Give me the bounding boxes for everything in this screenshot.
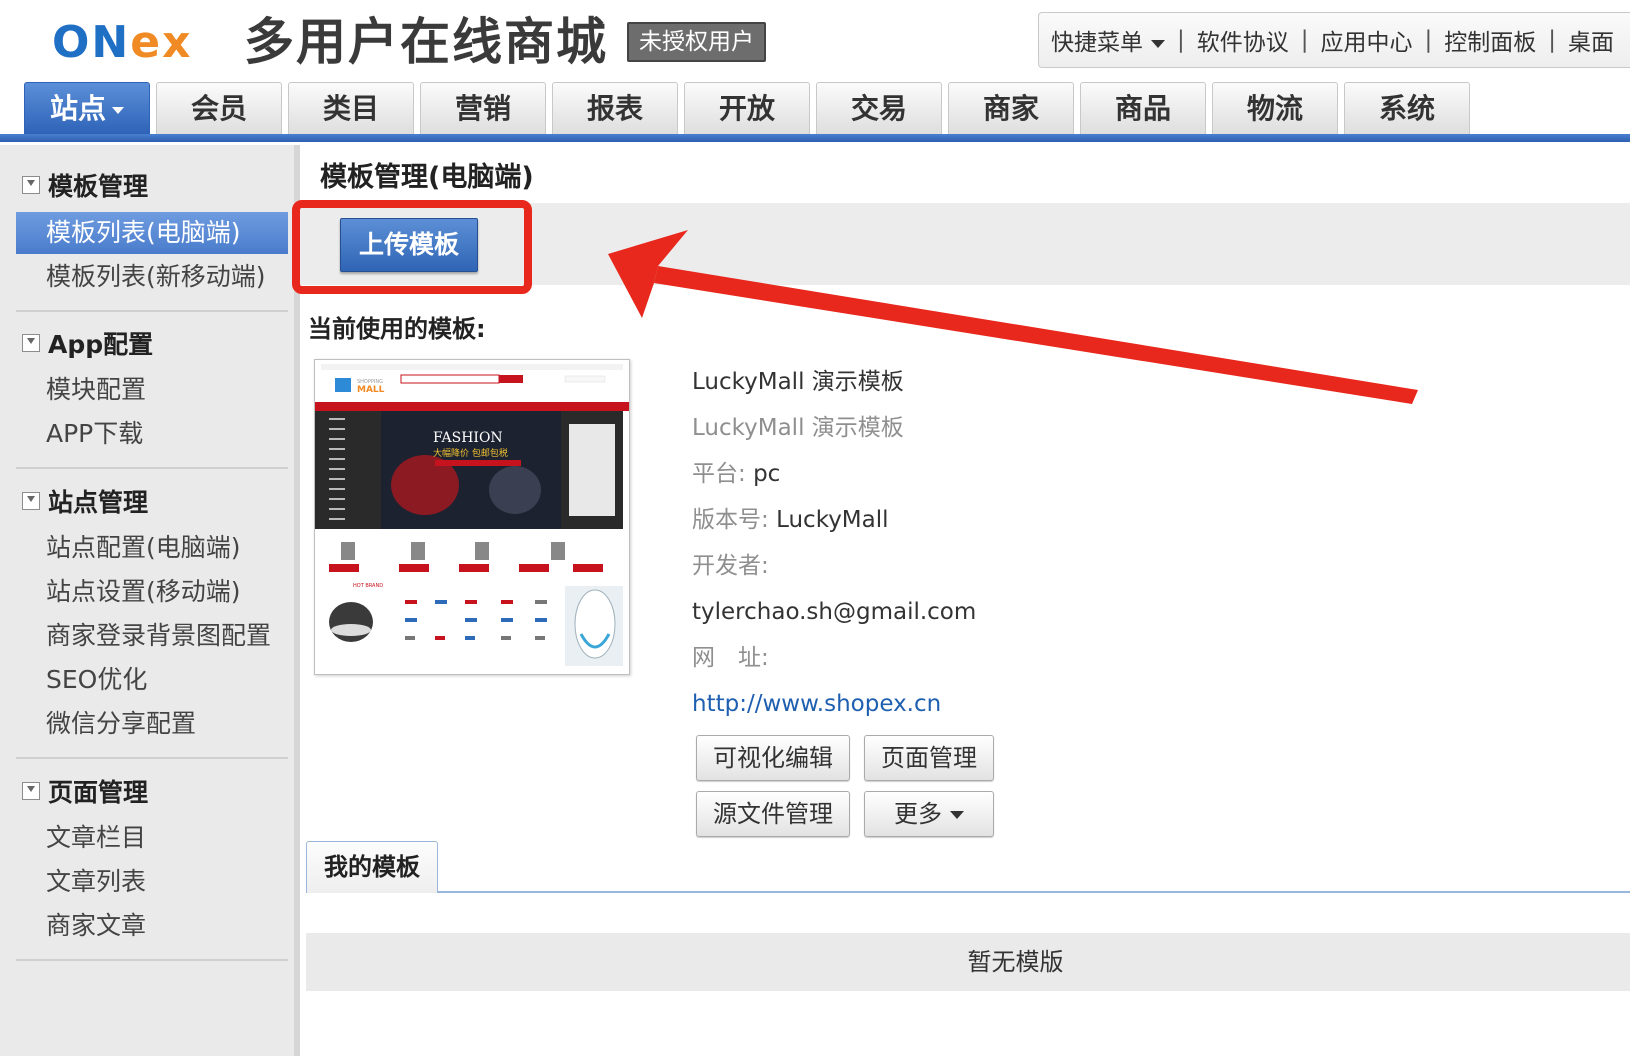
nav-underline [0, 134, 1630, 142]
chevron-down-icon [1151, 39, 1165, 48]
main-nav: 站点 会员 类目 营销 报表 开放 交易 商家 商品 物流 系统 [24, 82, 1476, 134]
site-title: 多用户在线商城 [244, 13, 608, 71]
sidebar-divider [16, 467, 288, 469]
source-file-manage-button[interactable]: 源文件管理 [696, 791, 850, 837]
nav-tab-merchant[interactable]: 商家 [948, 82, 1074, 134]
nav-tab-logistics[interactable]: 物流 [1212, 82, 1338, 134]
nav-tab-open[interactable]: 开放 [684, 82, 810, 134]
empty-state-text: 暂无模版 [967, 948, 1064, 976]
annotation-arrow-icon [608, 230, 1418, 404]
page-manage-button[interactable]: 页面管理 [864, 735, 994, 781]
quick-menu-bar: 快捷菜单 | 软件协议 | 应用中心 | 控制面板 | 桌面 [1038, 12, 1630, 68]
nav-tab-report[interactable]: 报表 [552, 82, 678, 134]
sidebar-divider [16, 757, 288, 759]
tab-my-templates[interactable]: 我的模板 [306, 841, 438, 893]
sidebar-item-module-config[interactable]: 模块配置 [16, 369, 288, 411]
platform-label: 平台: [692, 461, 746, 487]
sidebar-item-seo[interactable]: SEO优化 [16, 659, 288, 701]
sidebar-item-article-column[interactable]: 文章栏目 [16, 817, 288, 859]
menu-separator: | [1300, 27, 1309, 53]
sidebar-group-title: 页面管理 [48, 778, 149, 807]
sidebar: 模板管理 模板列表(电脑端) 模板列表(新移动端) App配置 模块配置 APP… [0, 145, 300, 1056]
nav-tab-marketing[interactable]: 营销 [420, 82, 546, 134]
template-version: 版本号: LuckyMall [692, 505, 889, 535]
nav-tab-member[interactable]: 会员 [156, 82, 282, 134]
chevron-down-icon [112, 106, 124, 114]
header: ON ex 多用户在线商城 未授权用户 快捷菜单 | 软件协议 | 应用中心 | … [0, 0, 1630, 145]
sidebar-item-template-list-mobile[interactable]: 模板列表(新移动端) [16, 256, 288, 298]
sidebar-group-page-manage[interactable]: 页面管理 [22, 771, 148, 811]
nav-tab-system[interactable]: 系统 [1344, 82, 1470, 134]
developer-value: tylerchao.sh@gmail.com [692, 599, 977, 625]
sidebar-item-site-settings-mobile[interactable]: 站点设置(移动端) [16, 571, 288, 613]
sidebar-item-merchant-article[interactable]: 商家文章 [16, 905, 288, 947]
sidebar-group-title: 模板管理 [48, 172, 149, 201]
sidebar-divider [16, 310, 288, 312]
sidebar-item-template-list-pc[interactable]: 模板列表(电脑端) [16, 212, 288, 254]
sidebar-item-merchant-login-bg[interactable]: 商家登录背景图配置 [16, 615, 288, 657]
license-badge[interactable]: 未授权用户 [627, 22, 766, 62]
sidebar-item-site-config-pc[interactable]: 站点配置(电脑端) [16, 527, 288, 569]
nav-tab-category[interactable]: 类目 [288, 82, 414, 134]
nav-tab-trade[interactable]: 交易 [816, 82, 942, 134]
quick-menu-dropdown[interactable]: 快捷菜单 [1039, 23, 1177, 57]
sidebar-divider [16, 959, 288, 961]
software-agreement-link[interactable]: 软件协议 [1185, 23, 1301, 57]
sidebar-group-title: 站点管理 [48, 488, 149, 517]
menu-separator: | [1424, 27, 1433, 53]
nav-tab-product[interactable]: 商品 [1080, 82, 1206, 134]
website-link[interactable]: http://www.shopex.cn [692, 689, 941, 719]
control-panel-link[interactable]: 控制面板 [1432, 23, 1548, 57]
sidebar-item-wechat-share[interactable]: 微信分享配置 [16, 703, 288, 745]
menu-separator: | [1177, 27, 1185, 53]
quick-menu-label: 快捷菜单 [1051, 30, 1143, 56]
sidebar-group-site-manage[interactable]: 站点管理 [22, 481, 148, 521]
template-platform: 平台: pc [692, 459, 780, 489]
website-label: 网 址: [692, 645, 769, 671]
platform-value: pc [753, 461, 781, 487]
collapse-icon [22, 492, 40, 510]
collapse-icon [22, 334, 40, 352]
logo-mark: ON [52, 17, 131, 68]
app-center-link[interactable]: 应用中心 [1309, 23, 1425, 57]
visual-edit-button[interactable]: 可视化编辑 [696, 735, 850, 781]
nav-tab-label: 站点 [49, 92, 106, 125]
onex-logo[interactable]: ON ex [52, 20, 192, 66]
nav-tab-site[interactable]: 站点 [24, 82, 150, 134]
menu-separator: | [1548, 27, 1556, 53]
desktop-link[interactable]: 桌面 [1556, 23, 1626, 57]
thumb-banner-title: FASHION [433, 430, 503, 446]
empty-state: 暂无模版 [306, 933, 1630, 991]
collapse-icon [22, 782, 40, 800]
developer-label: 开发者: [692, 553, 769, 579]
sidebar-group-template-manage[interactable]: 模板管理 [22, 165, 148, 205]
thumb-banner-sub: 大幅降价 包邮包税 [433, 447, 508, 459]
sidebar-item-article-list[interactable]: 文章列表 [16, 861, 288, 903]
sidebar-group-app-config[interactable]: App配置 [22, 323, 153, 363]
more-label: 更多 [894, 800, 942, 828]
version-value: LuckyMall [776, 507, 889, 533]
page-title: 模板管理(电脑端) [320, 162, 534, 193]
tab-strip-line [306, 891, 1630, 893]
thumb-section-label: HOT BRAND [353, 583, 383, 589]
more-dropdown-button[interactable]: 更多 [864, 791, 994, 837]
logo-mark-accent: ex [130, 17, 193, 68]
collapse-icon [22, 176, 40, 194]
sidebar-group-title: App配置 [48, 330, 154, 359]
chevron-down-icon [950, 811, 964, 819]
sidebar-item-app-download[interactable]: APP下载 [16, 413, 288, 455]
version-label: 版本号: [692, 507, 769, 533]
